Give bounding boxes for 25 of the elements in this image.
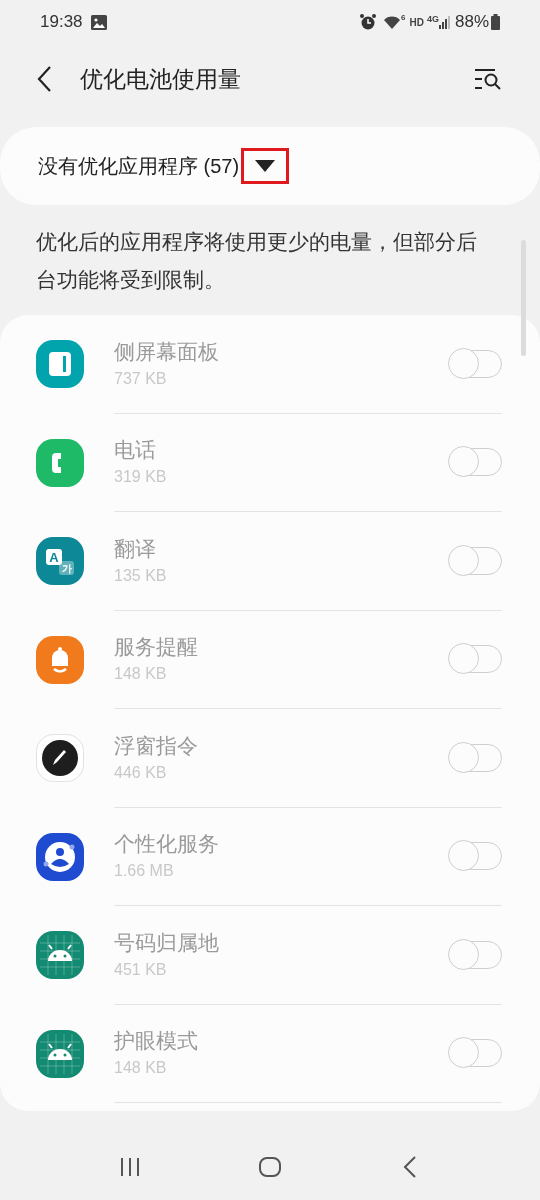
description-text: 优化后的应用程序将使用更少的电量，但部分后台功能将受到限制。 xyxy=(36,229,478,293)
app-name: 护眼模式 xyxy=(114,1028,199,1055)
hd-label: HD xyxy=(409,15,424,30)
app-icon: A 가 xyxy=(36,537,84,586)
network-label: 4G xyxy=(426,13,439,26)
app-name: 电话 xyxy=(114,437,157,464)
app-name: 个性化服务 xyxy=(114,831,220,858)
rounded-square-icon xyxy=(258,1156,282,1178)
alarm-icon xyxy=(359,13,378,31)
filter-dropdown[interactable]: 没有优化应用程序 (57) xyxy=(0,127,540,205)
app-name: 侧屏幕面板 xyxy=(114,338,220,365)
bars-icon xyxy=(119,1157,141,1177)
chevron-left-icon xyxy=(403,1156,417,1178)
battery-icon xyxy=(491,14,500,30)
image-icon xyxy=(90,14,107,30)
app-name: 浮窗指令 xyxy=(114,732,199,759)
app-name: 服务提醒 xyxy=(114,634,199,661)
wifi-label: 6 xyxy=(401,12,406,24)
battery-percent: 88% xyxy=(454,11,489,34)
signal-icon xyxy=(438,15,451,29)
status-time: 19:38 xyxy=(40,11,83,34)
app-name: 号码归属地 xyxy=(114,929,220,956)
app-name: 翻译 xyxy=(114,535,157,562)
wifi-icon xyxy=(383,15,402,29)
page-title: 优化电池使用量 xyxy=(80,64,241,94)
